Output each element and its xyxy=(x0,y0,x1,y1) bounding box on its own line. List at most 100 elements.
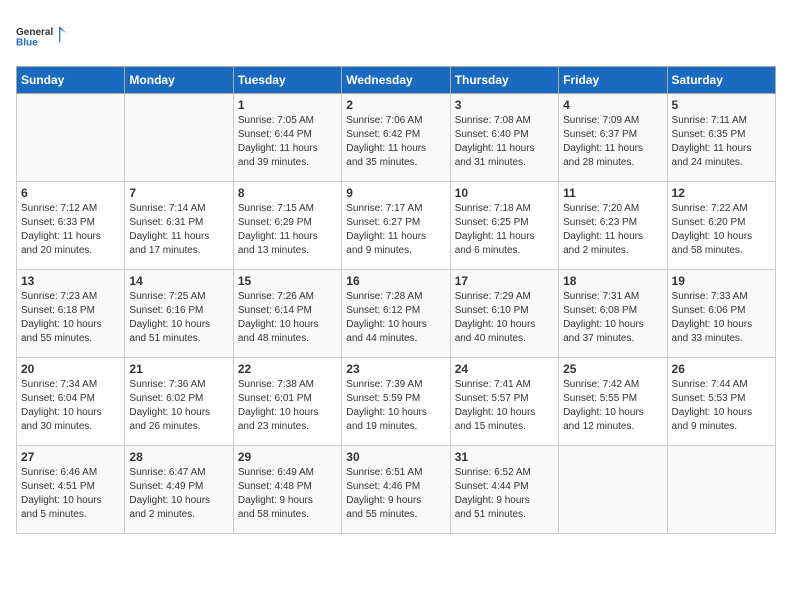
day-number: 22 xyxy=(238,362,337,376)
day-number: 29 xyxy=(238,450,337,464)
logo: General Blue xyxy=(16,16,66,56)
weekday-header-monday: Monday xyxy=(125,67,233,94)
day-info: Sunrise: 7:09 AM Sunset: 6:37 PM Dayligh… xyxy=(563,114,662,170)
calendar-cell: 7 Sunrise: 7:14 AM Sunset: 6:31 PM Daylig… xyxy=(125,182,233,270)
day-info: Sunrise: 7:41 AM Sunset: 5:57 PM Dayligh… xyxy=(455,378,554,434)
day-number: 17 xyxy=(455,274,554,288)
weekday-header-tuesday: Tuesday xyxy=(233,67,341,94)
day-info: Sunrise: 7:31 AM Sunset: 6:08 PM Dayligh… xyxy=(563,290,662,346)
calendar-cell: 9 Sunrise: 7:17 AM Sunset: 6:27 PM Daylig… xyxy=(342,182,450,270)
day-number: 25 xyxy=(563,362,662,376)
day-number: 9 xyxy=(346,186,445,200)
day-info: Sunrise: 7:36 AM Sunset: 6:02 PM Dayligh… xyxy=(129,378,228,434)
day-number: 2 xyxy=(346,98,445,112)
calendar-cell: 10Sunrise: 7:18 AM Sunset: 6:25 PM Dayli… xyxy=(450,182,558,270)
day-number: 13 xyxy=(21,274,120,288)
day-number: 3 xyxy=(455,98,554,112)
weekday-header-thursday: Thursday xyxy=(450,67,558,94)
calendar-cell: 30 Sunrise: 6:51 AM Sunset: 4:46 PM Dayli… xyxy=(342,446,450,534)
day-number: 4 xyxy=(563,98,662,112)
day-info: Sunrise: 7:44 AM Sunset: 5:53 PM Dayligh… xyxy=(672,378,771,434)
day-number: 14 xyxy=(129,274,228,288)
day-info: Sunrise: 7:12 AM Sunset: 6:33 PM Dayligh… xyxy=(21,202,120,258)
day-info: Sunrise: 6:51 AM Sunset: 4:46 PM Dayligh… xyxy=(346,466,445,522)
day-number: 28 xyxy=(129,450,228,464)
day-info: Sunrise: 7:39 AM Sunset: 5:59 PM Dayligh… xyxy=(346,378,445,434)
weekday-header-row: SundayMondayTuesdayWednesdayThursdayFrid… xyxy=(17,67,776,94)
calendar-cell: 12Sunrise: 7:22 AM Sunset: 6:20 PM Dayli… xyxy=(667,182,775,270)
day-info: Sunrise: 7:33 AM Sunset: 6:06 PM Dayligh… xyxy=(672,290,771,346)
day-info: Sunrise: 7:06 AM Sunset: 6:42 PM Dayligh… xyxy=(346,114,445,170)
logo-svg: General Blue xyxy=(16,16,66,56)
calendar-cell: 3Sunrise: 7:08 AM Sunset: 6:40 PM Daylig… xyxy=(450,94,558,182)
calendar-cell xyxy=(17,94,125,182)
day-number: 8 xyxy=(238,186,337,200)
calendar-cell: 11Sunrise: 7:20 AM Sunset: 6:23 PM Dayli… xyxy=(559,182,667,270)
day-info: Sunrise: 7:25 AM Sunset: 6:16 PM Dayligh… xyxy=(129,290,228,346)
day-info: Sunrise: 6:52 AM Sunset: 4:44 PM Dayligh… xyxy=(455,466,554,522)
day-info: Sunrise: 7:42 AM Sunset: 5:55 PM Dayligh… xyxy=(563,378,662,434)
day-info: Sunrise: 7:28 AM Sunset: 6:12 PM Dayligh… xyxy=(346,290,445,346)
weekday-header-sunday: Sunday xyxy=(17,67,125,94)
calendar-cell: 14 Sunrise: 7:25 AM Sunset: 6:16 PM Dayli… xyxy=(125,270,233,358)
calendar-week-1: 1 Sunrise: 7:05 AM Sunset: 6:44 PM Daylig… xyxy=(17,94,776,182)
day-number: 30 xyxy=(346,450,445,464)
calendar-cell: 27 Sunrise: 6:46 AM Sunset: 4:51 PM Dayli… xyxy=(17,446,125,534)
calendar-cell: 8 Sunrise: 7:15 AM Sunset: 6:29 PM Daylig… xyxy=(233,182,341,270)
calendar-cell: 13 Sunrise: 7:23 AM Sunset: 6:18 PM Dayli… xyxy=(17,270,125,358)
calendar-cell: 28 Sunrise: 6:47 AM Sunset: 4:49 PM Dayli… xyxy=(125,446,233,534)
day-info: Sunrise: 7:15 AM Sunset: 6:29 PM Dayligh… xyxy=(238,202,337,258)
calendar-table: SundayMondayTuesdayWednesdayThursdayFrid… xyxy=(16,66,776,534)
calendar-cell: 25 Sunrise: 7:42 AM Sunset: 5:55 PM Dayli… xyxy=(559,358,667,446)
day-number: 6 xyxy=(21,186,120,200)
day-number: 10 xyxy=(455,186,554,200)
day-info: Sunrise: 7:23 AM Sunset: 6:18 PM Dayligh… xyxy=(21,290,120,346)
calendar-cell: 18 Sunrise: 7:31 AM Sunset: 6:08 PM Dayli… xyxy=(559,270,667,358)
day-info: Sunrise: 7:05 AM Sunset: 6:44 PM Dayligh… xyxy=(238,114,337,170)
calendar-cell xyxy=(125,94,233,182)
calendar-cell: 26 Sunrise: 7:44 AM Sunset: 5:53 PM Dayli… xyxy=(667,358,775,446)
day-number: 21 xyxy=(129,362,228,376)
day-number: 31 xyxy=(455,450,554,464)
day-number: 27 xyxy=(21,450,120,464)
calendar-cell: 19 Sunrise: 7:33 AM Sunset: 6:06 PM Dayli… xyxy=(667,270,775,358)
calendar-cell: 31 Sunrise: 6:52 AM Sunset: 4:44 PM Dayli… xyxy=(450,446,558,534)
day-info: Sunrise: 7:38 AM Sunset: 6:01 PM Dayligh… xyxy=(238,378,337,434)
day-number: 26 xyxy=(672,362,771,376)
day-number: 19 xyxy=(672,274,771,288)
day-info: Sunrise: 6:47 AM Sunset: 4:49 PM Dayligh… xyxy=(129,466,228,522)
calendar-week-5: 27 Sunrise: 6:46 AM Sunset: 4:51 PM Dayli… xyxy=(17,446,776,534)
day-info: Sunrise: 7:14 AM Sunset: 6:31 PM Dayligh… xyxy=(129,202,228,258)
calendar-cell: 2 Sunrise: 7:06 AM Sunset: 6:42 PM Daylig… xyxy=(342,94,450,182)
calendar-cell: 1 Sunrise: 7:05 AM Sunset: 6:44 PM Daylig… xyxy=(233,94,341,182)
calendar-cell xyxy=(667,446,775,534)
day-info: Sunrise: 7:17 AM Sunset: 6:27 PM Dayligh… xyxy=(346,202,445,258)
calendar-cell: 17 Sunrise: 7:29 AM Sunset: 6:10 PM Dayli… xyxy=(450,270,558,358)
day-number: 24 xyxy=(455,362,554,376)
page-header: General Blue xyxy=(16,16,776,56)
day-number: 1 xyxy=(238,98,337,112)
day-number: 7 xyxy=(129,186,228,200)
calendar-cell: 29 Sunrise: 6:49 AM Sunset: 4:48 PM Dayli… xyxy=(233,446,341,534)
calendar-week-4: 20Sunrise: 7:34 AM Sunset: 6:04 PM Dayli… xyxy=(17,358,776,446)
calendar-cell: 4 Sunrise: 7:09 AM Sunset: 6:37 PM Daylig… xyxy=(559,94,667,182)
calendar-cell xyxy=(559,446,667,534)
calendar-cell: 6 Sunrise: 7:12 AM Sunset: 6:33 PM Daylig… xyxy=(17,182,125,270)
day-number: 15 xyxy=(238,274,337,288)
calendar-cell: 21 Sunrise: 7:36 AM Sunset: 6:02 PM Dayli… xyxy=(125,358,233,446)
calendar-cell: 22 Sunrise: 7:38 AM Sunset: 6:01 PM Dayli… xyxy=(233,358,341,446)
day-number: 18 xyxy=(563,274,662,288)
day-info: Sunrise: 6:46 AM Sunset: 4:51 PM Dayligh… xyxy=(21,466,120,522)
day-info: Sunrise: 6:49 AM Sunset: 4:48 PM Dayligh… xyxy=(238,466,337,522)
weekday-header-friday: Friday xyxy=(559,67,667,94)
day-info: Sunrise: 7:11 AM Sunset: 6:35 PM Dayligh… xyxy=(672,114,771,170)
calendar-cell: 20Sunrise: 7:34 AM Sunset: 6:04 PM Dayli… xyxy=(17,358,125,446)
day-info: Sunrise: 7:22 AM Sunset: 6:20 PM Dayligh… xyxy=(672,202,771,258)
day-info: Sunrise: 7:29 AM Sunset: 6:10 PM Dayligh… xyxy=(455,290,554,346)
calendar-cell: 5Sunrise: 7:11 AM Sunset: 6:35 PM Daylig… xyxy=(667,94,775,182)
calendar-cell: 16Sunrise: 7:28 AM Sunset: 6:12 PM Dayli… xyxy=(342,270,450,358)
calendar-cell: 23Sunrise: 7:39 AM Sunset: 5:59 PM Dayli… xyxy=(342,358,450,446)
calendar-week-2: 6 Sunrise: 7:12 AM Sunset: 6:33 PM Daylig… xyxy=(17,182,776,270)
day-info: Sunrise: 7:20 AM Sunset: 6:23 PM Dayligh… xyxy=(563,202,662,258)
day-number: 20 xyxy=(21,362,120,376)
